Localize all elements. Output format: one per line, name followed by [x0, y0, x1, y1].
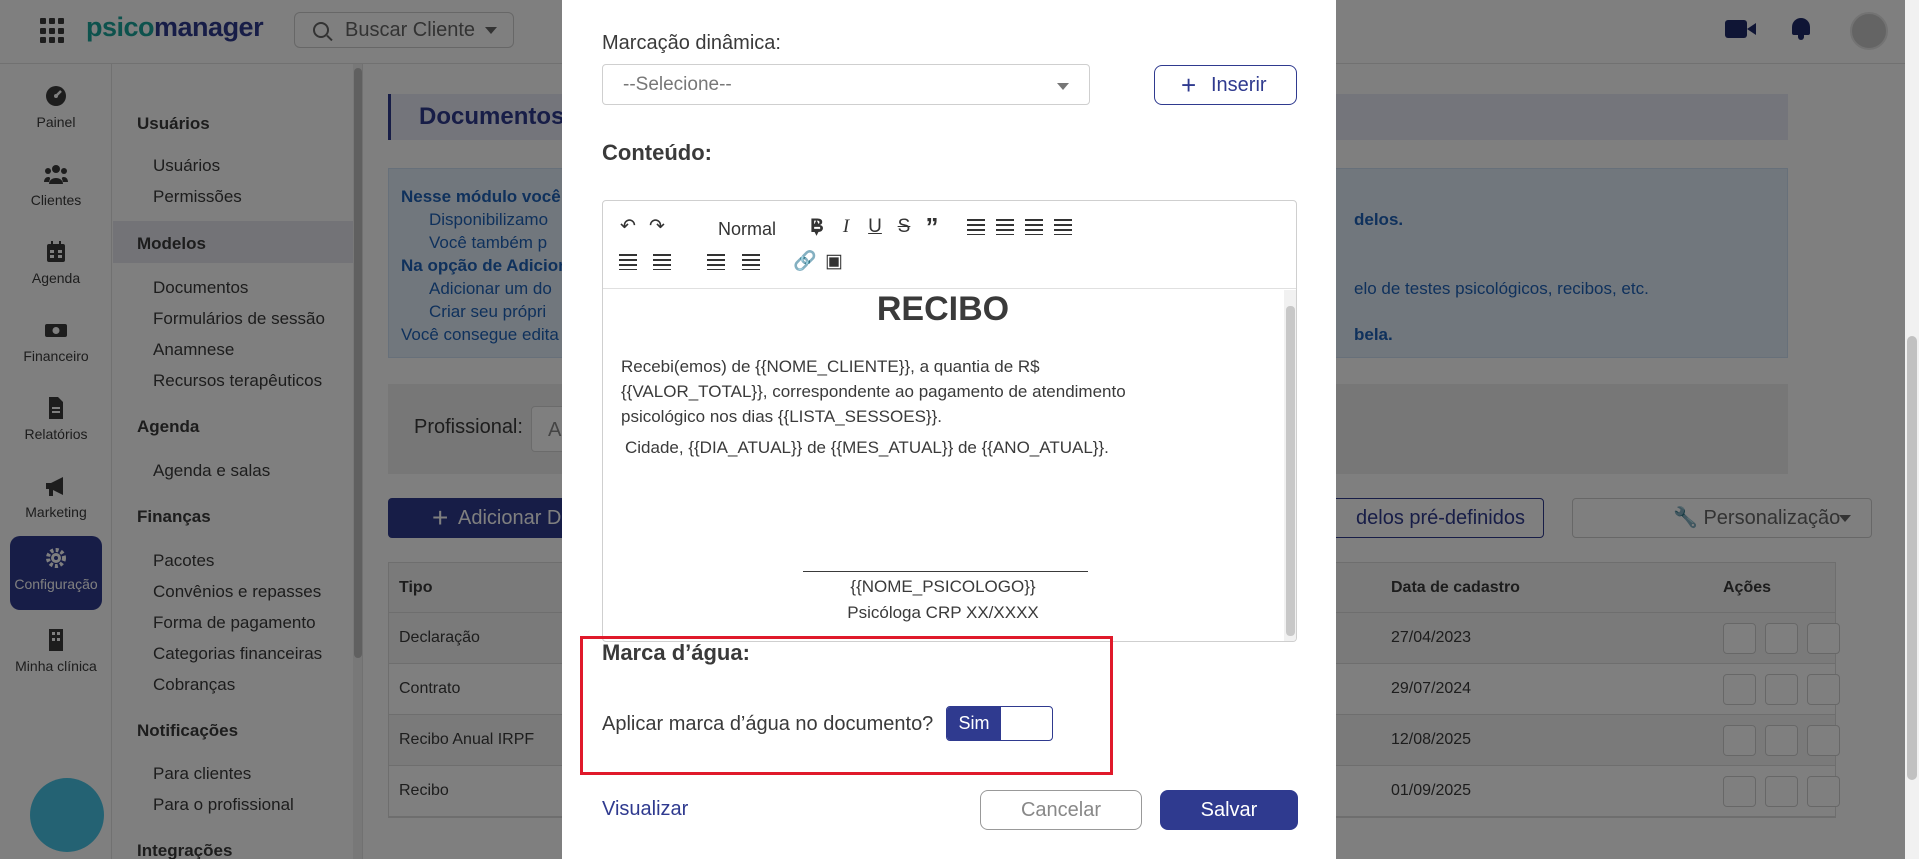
plus-icon: +	[1181, 70, 1197, 100]
save-button[interactable]: Salvar	[1160, 790, 1298, 830]
italic-icon[interactable]: I	[834, 215, 858, 239]
dynamic-tag-select[interactable]: --Selecione--	[602, 64, 1090, 105]
link-icon[interactable]: 🔗	[793, 250, 817, 274]
doc-paragraph: Recebi(emos) de {{NOME_CLIENTE}}, a quan…	[621, 357, 1126, 426]
align-justify-icon[interactable]	[1051, 215, 1075, 239]
bold-icon[interactable]: B	[805, 215, 829, 239]
align-center-icon[interactable]	[993, 215, 1017, 239]
image-icon[interactable]: ▣	[822, 250, 846, 274]
cancel-button[interactable]: Cancelar	[980, 790, 1142, 830]
doc-paragraph: Cidade, {{DIA_ATUAL}} de {{MES_ATUAL}} d…	[625, 438, 1109, 457]
format-select[interactable]: Normal	[718, 219, 776, 240]
signature-line	[803, 571, 1088, 572]
signature-crp: Psicóloga CRP XX/XXXX	[847, 603, 1039, 622]
editor-content[interactable]: RECIBO Recebi(emos) de {{NOME_CLIENTE}},…	[603, 290, 1283, 641]
align-right-icon[interactable]	[1022, 215, 1046, 239]
page-scrollbar[interactable]	[1905, 0, 1919, 859]
edit-document-modal: Marcação dinâmica: --Selecione-- + Inser…	[562, 0, 1336, 859]
indent-icon[interactable]	[739, 250, 763, 274]
dynamic-tag-label: Marcação dinâmica:	[602, 32, 781, 54]
align-left-icon[interactable]	[964, 215, 988, 239]
preview-button[interactable]: Visualizar	[602, 798, 688, 821]
redo-icon[interactable]: ↷	[645, 215, 669, 239]
signature-name: {{NOME_PSICOLOGO}}	[850, 577, 1036, 596]
chevron-down-icon	[1057, 83, 1069, 90]
editor-toolbar: ↶ ↷ Normal ▴ ▾ B I U S ” 🔗 ▣	[603, 201, 1296, 289]
apply-watermark-label: Aplicar marca d’água no documento?	[602, 713, 934, 735]
bullet-list-icon[interactable]	[650, 250, 674, 274]
doc-title: RECIBO	[876, 290, 1010, 328]
watermark-toggle-value: Sim	[947, 707, 1001, 740]
ordered-list-icon[interactable]	[616, 250, 640, 274]
content-label: Conteúdo:	[602, 140, 712, 165]
watermark-toggle[interactable]: Sim	[946, 706, 1053, 741]
insert-button[interactable]: + Inserir	[1154, 65, 1297, 105]
quote-icon[interactable]: ”	[920, 214, 944, 240]
watermark-label: Marca d’água:	[602, 640, 750, 665]
dynamic-tag-placeholder: --Selecione--	[623, 74, 732, 95]
insert-label: Inserir	[1211, 74, 1267, 96]
editor-scrollbar[interactable]	[1284, 290, 1296, 641]
underline-icon[interactable]: U	[863, 215, 887, 239]
rich-text-editor: ↶ ↷ Normal ▴ ▾ B I U S ” 🔗 ▣ RECIBO Receb…	[602, 200, 1297, 642]
strike-icon[interactable]: S	[892, 215, 916, 239]
outdent-icon[interactable]	[704, 250, 728, 274]
undo-icon[interactable]: ↶	[616, 215, 640, 239]
